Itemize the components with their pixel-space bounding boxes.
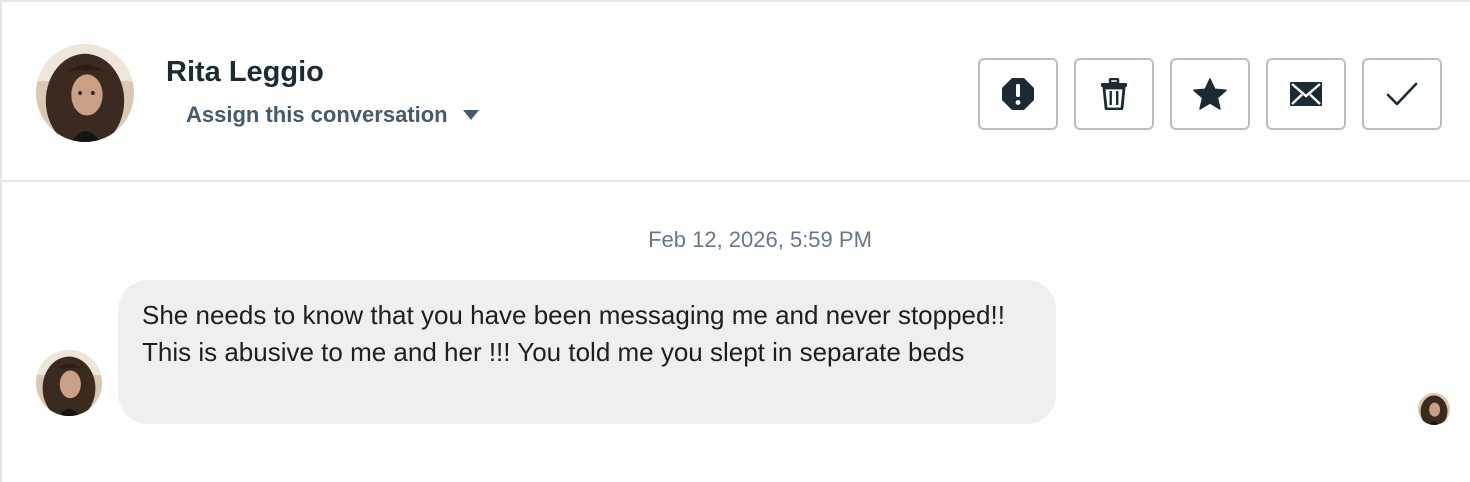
contact-avatar[interactable] <box>36 44 134 142</box>
message-text: She needs to know that you have been mes… <box>142 300 1005 367</box>
alert-octagon-icon <box>1002 78 1034 110</box>
caret-down-icon <box>462 110 479 120</box>
checkmark-icon <box>1386 82 1418 106</box>
envelope-icon <box>1290 82 1322 106</box>
conversation-panel: Rita Leggio Assign this conversation Feb… <box>0 0 1470 482</box>
message-timestamp: Feb 12, 2026, 5:59 PM <box>648 227 872 252</box>
delete-button[interactable] <box>1074 58 1154 130</box>
sender-avatar <box>36 350 102 416</box>
avatar-photo <box>36 44 134 142</box>
trash-icon <box>1101 78 1127 110</box>
avatar-photo <box>36 350 102 416</box>
report-button[interactable] <box>978 58 1058 130</box>
conversation-actions <box>978 58 1442 130</box>
star-button[interactable] <box>1170 58 1250 130</box>
conversation-header: Rita Leggio Assign this conversation <box>2 2 1470 182</box>
assign-conversation-dropdown[interactable]: Assign this conversation <box>186 101 480 129</box>
mark-unread-button[interactable] <box>1266 58 1346 130</box>
message-bubble[interactable]: She needs to know that you have been mes… <box>118 280 1056 424</box>
avatar-photo <box>1418 393 1450 425</box>
mark-done-button[interactable] <box>1362 58 1442 130</box>
star-icon <box>1193 78 1227 110</box>
read-receipt-avatar <box>1418 393 1450 425</box>
contact-name: Rita Leggio <box>166 56 324 88</box>
assign-label: Assign this conversation <box>186 102 448 127</box>
